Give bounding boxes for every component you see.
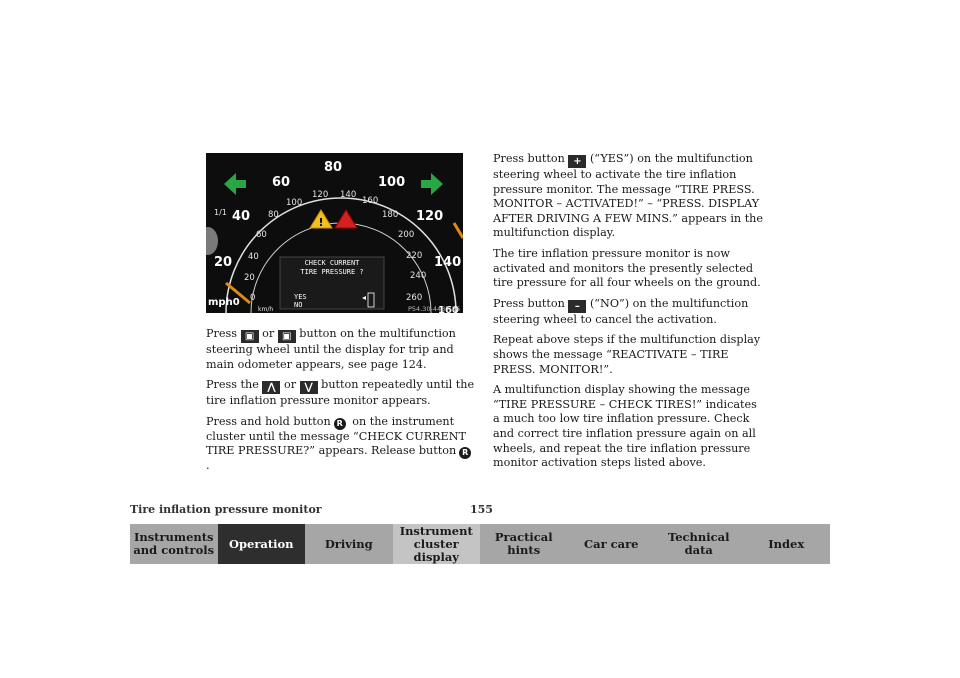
instruction-paragraph-5: The tire inflation pressure monitor is n… [493,246,761,290]
kmh-label-80: 80 [268,210,279,220]
figure-reference: P54.30-4487-26 [408,305,460,313]
mph-label-20: 20 [214,255,232,270]
right-text-column: Press button + (“YES”) on the multifunct… [493,152,763,477]
tab-car-care[interactable]: Car care [567,524,655,564]
trip-button-up-icon: ▣ [240,330,259,343]
scroll-up-button-icon: ⋀ [262,381,281,395]
tab-driving[interactable]: Driving [305,524,393,564]
plus-button-icon: + [568,155,587,168]
gauge-needle-right [452,222,463,239]
kmh-label-160: 160 [362,196,378,206]
kmh-label-240: 240 [410,271,426,281]
display-no: NO [294,301,302,309]
tab-instrument-cluster-display[interactable]: Instrument cluster display [392,524,480,564]
mph-label-120: 120 [416,209,443,224]
right-turn-signal-icon [421,173,443,195]
reset-button-icon: R [459,447,472,460]
tick-partial-label: 1/1 [214,208,227,217]
kmh-label-260: 260 [406,293,422,303]
section-title: Tire inflation pressure monitor [130,503,322,516]
kmh-label-0: 0 [250,293,255,303]
kmh-label-200: 200 [398,230,414,240]
kmh-unit-label: km/h [258,306,273,313]
mph-label-60: 60 [272,175,290,190]
chapter-nav: Instruments and controls Operation Drivi… [130,524,830,564]
minus-button-icon: – [568,299,587,313]
tab-instruments-and-controls[interactable]: Instruments and controls [130,524,218,564]
kmh-label-220: 220 [406,251,422,261]
display-line-2: TIRE PRESSURE ? [300,268,363,276]
knob-icon [206,227,218,255]
kmh-label-120: 120 [312,190,328,200]
mph-label-100: 100 [378,175,405,190]
instruction-paragraph-4: Press button + (“YES”) on the multifunct… [493,152,764,240]
instruction-paragraph-7: Repeat above steps if the multifunction … [493,333,761,376]
svg-text:!: ! [318,216,323,229]
instruction-paragraph-2: Press the ⋀ or ⋁ button repeatedly until… [206,378,475,408]
instruction-paragraph-1: Press ▣ or ▣ button on the multifunction… [206,327,456,371]
kmh-label-140: 140 [340,190,356,200]
kmh-label-60: 60 [256,230,267,240]
left-text-column: Press ▣ or ▣ button on the multifunction… [206,327,476,480]
mph-label-40: 40 [232,209,250,224]
tab-technical-data[interactable]: Technical data [655,524,743,564]
tab-index[interactable]: Index [742,524,830,564]
instruction-paragraph-8: A multifunction display showing the mess… [493,383,757,470]
kmh-label-180: 180 [382,210,398,220]
scroll-down-button-icon: ⋁ [299,381,318,395]
kmh-label-40: 40 [248,252,259,262]
instruction-paragraph-3: Press and hold button R on the instrument… [206,415,476,474]
left-turn-signal-icon [224,173,246,195]
instrument-cluster-figure: ! mph0 20 40 60 80 100 120 140 0 20 40 6… [206,153,463,313]
tab-operation[interactable]: Operation [217,524,305,564]
mph-label-140: 140 [434,255,461,270]
speedometer-illustration: ! mph0 20 40 60 80 100 120 140 0 20 40 6… [206,160,463,313]
page-number: 155 [470,503,493,516]
kmh-label-100: 100 [286,198,302,208]
trip-button-down-icon: ▣ [277,330,296,343]
reset-button-icon: R [333,417,346,430]
tab-practical-hints[interactable]: Practical hints [480,524,568,564]
mph-label-0: mph0 [208,297,240,308]
display-yes: YES [294,293,307,301]
mph-label-80: 80 [324,160,342,175]
kmh-label-20: 20 [244,273,255,283]
hazard-warning-icon [334,209,358,229]
instruction-paragraph-6: Press button – (“NO”) on the multifuncti… [493,296,749,326]
display-line-1: CHECK CURRENT [305,259,361,267]
